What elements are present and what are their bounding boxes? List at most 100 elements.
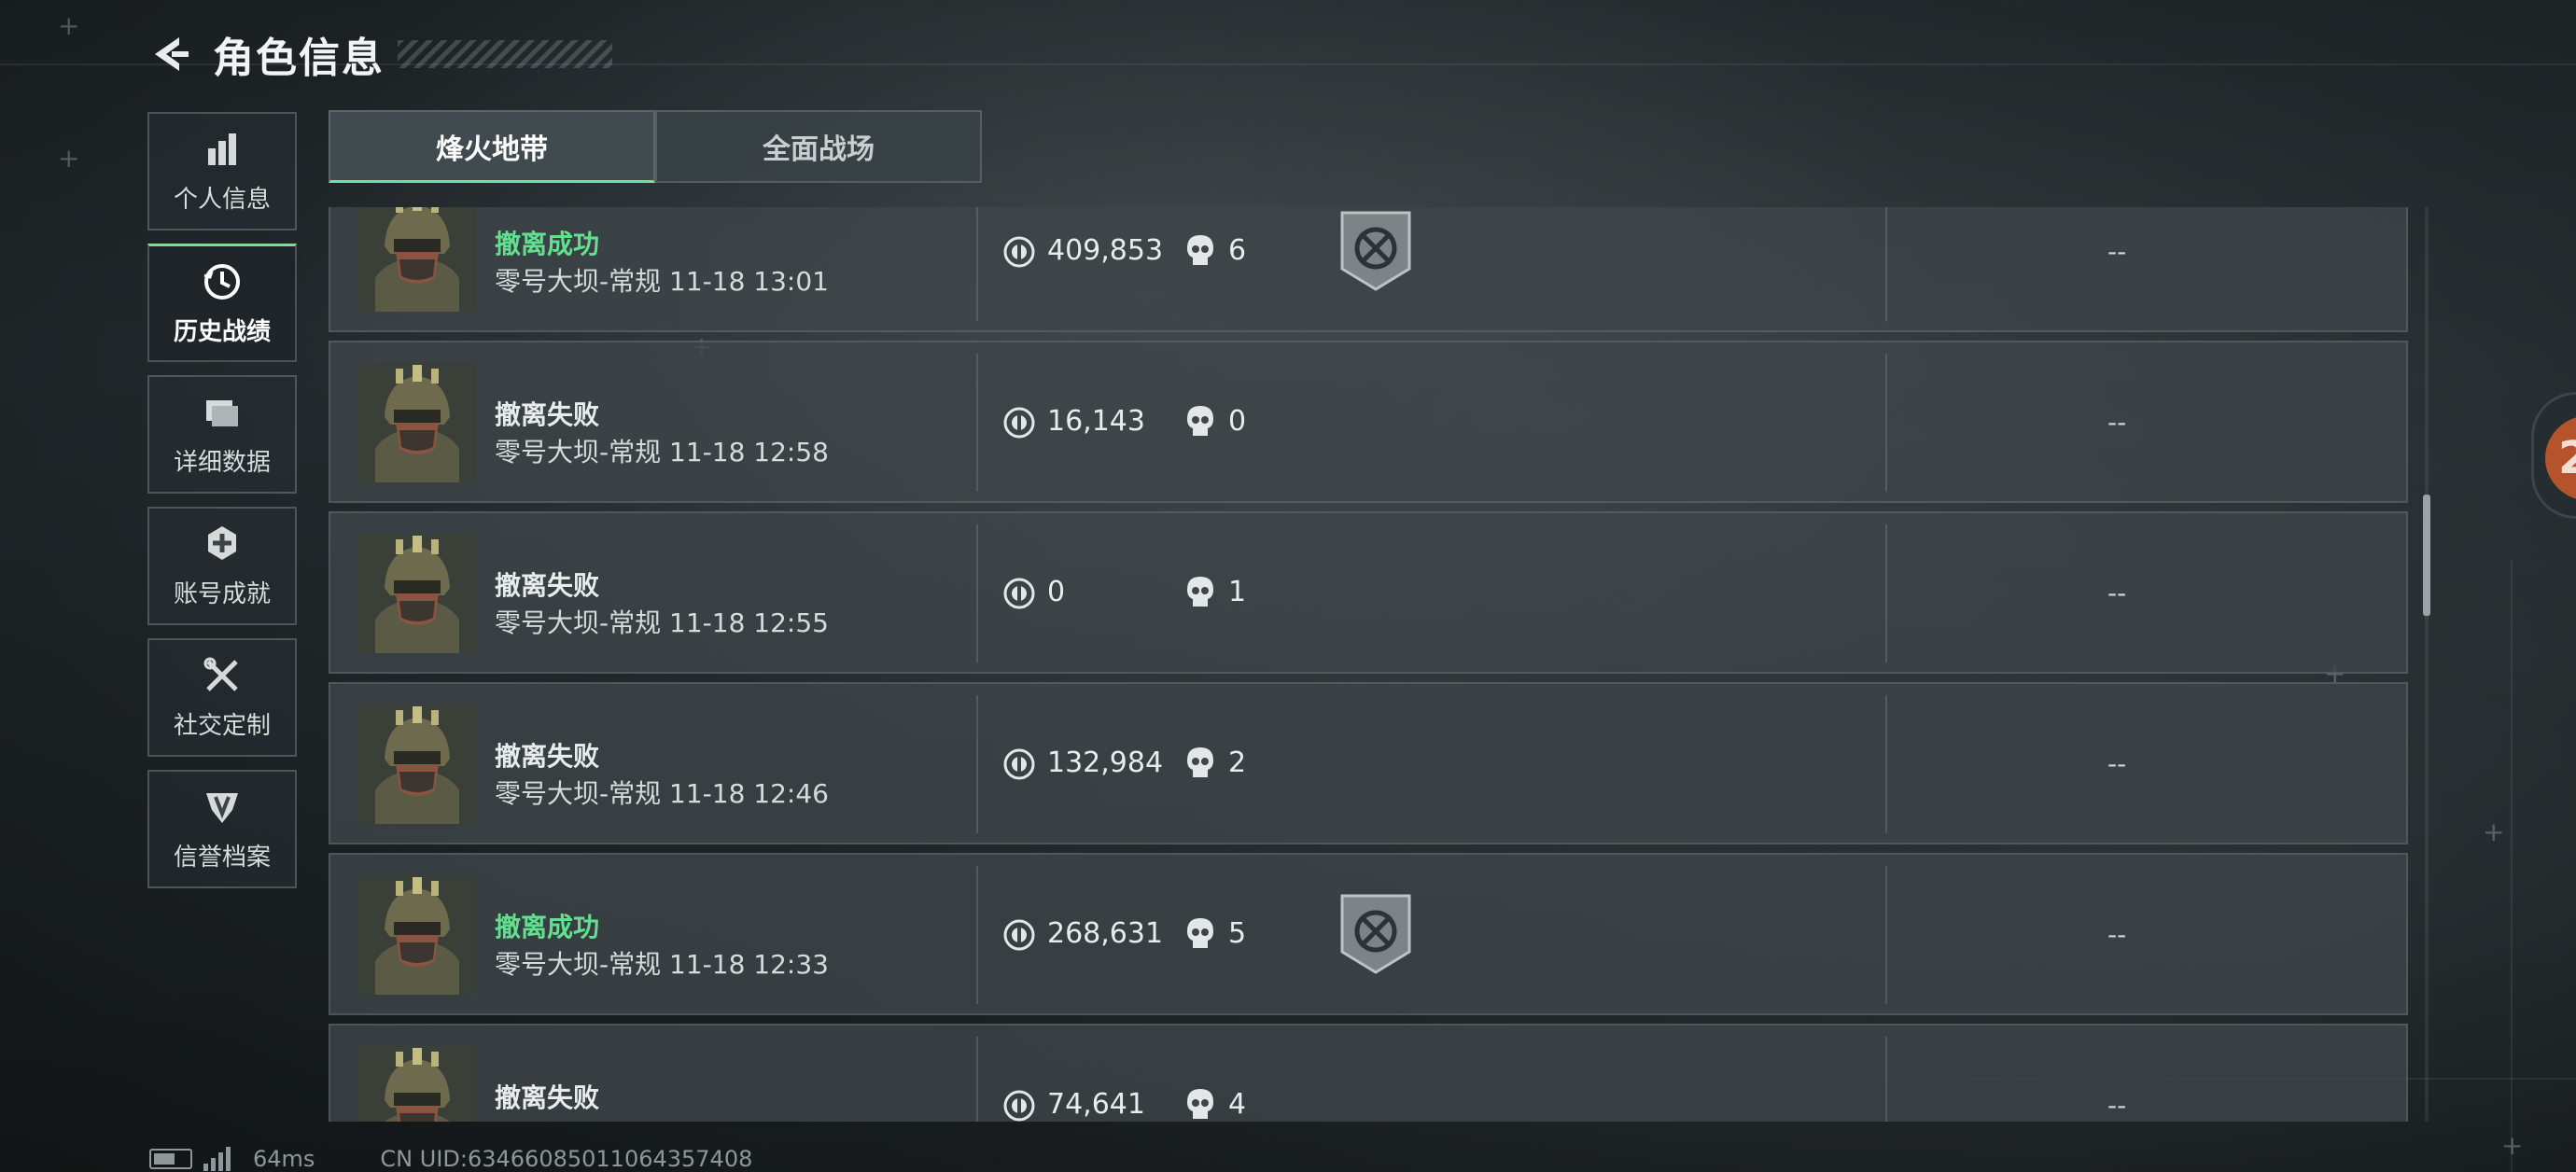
sidebar-item-achievements[interactable]: 账号成就 xyxy=(147,507,297,625)
operator-avatar xyxy=(358,534,476,653)
match-meta: 零号大坝-常规 11-18 12:58 xyxy=(495,432,829,469)
skull-icon xyxy=(1187,235,1213,265)
coin-icon xyxy=(1003,236,1035,268)
match-time: 11-18 12:22 xyxy=(669,1120,829,1122)
sidebar-item-label: 账号成就 xyxy=(173,580,271,608)
bar-chart-icon xyxy=(208,133,236,165)
match-time: 11-18 12:55 xyxy=(669,607,829,638)
match-row[interactable]: 撤离失败 零号大坝-常规 11-18 12:55 0 1 -- xyxy=(329,511,2408,674)
sidebar-item-social-custom[interactable]: 社交定制 xyxy=(147,638,297,757)
column-divider xyxy=(976,695,978,833)
kill-count: 4 xyxy=(1228,1088,1247,1121)
sidebar-item-personal-info[interactable]: 个人信息 xyxy=(147,112,297,230)
operator-avatar xyxy=(358,207,476,312)
asset-value: 0 xyxy=(1047,576,1066,608)
sidebar-item-reputation[interactable]: 信誉档案 xyxy=(147,770,297,888)
kill-count: 5 xyxy=(1228,917,1247,950)
sidebar-item-label: 历史战绩 xyxy=(173,317,271,346)
sidebar-item-label: 个人信息 xyxy=(173,186,271,214)
skull-icon xyxy=(1187,918,1213,948)
crosshair-decor-icon: + xyxy=(58,10,80,41)
extra-stat: -- xyxy=(2107,919,2127,950)
column-divider xyxy=(976,524,978,663)
asset-value: 132,984 xyxy=(1047,746,1164,779)
kill-count: 1 xyxy=(1228,576,1247,608)
column-divider xyxy=(1885,695,1887,833)
shield-emblem-icon xyxy=(206,793,238,823)
match-result: 撤离失败 xyxy=(495,1082,600,1113)
title-decor-stripes xyxy=(398,40,612,68)
page-header: 角色信息 xyxy=(147,26,612,82)
decor-line xyxy=(2511,560,2513,1172)
asset-value: 268,631 xyxy=(1047,917,1164,950)
match-row[interactable]: 撤离成功 零号大坝-常规 11-18 12:33 268,631 5 -- xyxy=(329,853,2408,1015)
scrollbar-track[interactable] xyxy=(2425,207,2429,1122)
match-row[interactable]: 撤离失败 零号大坝-常规 11-18 12:46 132,984 2 -- xyxy=(329,682,2408,844)
extra-stat: -- xyxy=(2107,578,2127,608)
column-divider xyxy=(976,1037,978,1122)
column-divider xyxy=(1885,1037,1887,1122)
edge-badge-number: 2 xyxy=(2545,415,2576,501)
extra-stat: -- xyxy=(2107,1090,2127,1121)
column-divider xyxy=(976,207,978,321)
asset-value: 409,853 xyxy=(1047,234,1164,267)
match-meta: 零号大坝-常规 11-18 12:55 xyxy=(495,603,829,640)
match-meta: 零号大坝-常规 11-18 12:33 xyxy=(495,944,829,982)
match-time: 11-18 12:33 xyxy=(669,949,829,980)
map-name: 零号大坝-常规 xyxy=(495,949,662,980)
match-meta: 零号大坝-常规 11-18 13:01 xyxy=(495,261,829,299)
mode-tabs: 烽火地带 全面战场 xyxy=(329,110,982,183)
match-result: 撤离成功 xyxy=(495,229,600,259)
extraction-badge-icon xyxy=(1340,894,1411,974)
match-time: 11-18 13:01 xyxy=(669,266,829,297)
coin-icon xyxy=(1003,578,1035,609)
column-divider xyxy=(1885,866,1887,1004)
match-result: 撤离失败 xyxy=(495,399,600,430)
extra-stat: -- xyxy=(2107,748,2127,779)
crosshair-decor-icon: + xyxy=(2501,1130,2524,1161)
tab-hazard-zone[interactable]: 烽火地带 xyxy=(329,110,655,183)
column-divider xyxy=(1885,524,1887,663)
ping-text: 64ms xyxy=(253,1146,315,1172)
operator-avatar xyxy=(358,1046,476,1122)
extra-stat: -- xyxy=(2107,236,2127,267)
map-name: 零号大坝-常规 xyxy=(495,607,662,638)
match-list[interactable]: 撤离成功 零号大坝-常规 11-18 13:01 409,853 6 -- 撤离… xyxy=(329,207,2417,1122)
map-name: 零号大坝-常规 xyxy=(495,778,662,809)
edge-floating-button[interactable]: 2 xyxy=(2531,392,2576,519)
match-row[interactable]: 撤离失败 零号大坝-常规 11-18 12:22 74,641 4 -- xyxy=(329,1024,2408,1122)
sidebar-item-match-history[interactable]: 历史战绩 xyxy=(147,244,297,362)
asset-value: 16,143 xyxy=(1047,405,1145,438)
extra-stat: -- xyxy=(2107,407,2127,438)
coin-icon xyxy=(1003,407,1035,439)
back-arrow-icon[interactable] xyxy=(147,32,192,77)
crosshair-decor-icon: + xyxy=(58,143,80,174)
match-row[interactable]: 撤离失败 零号大坝-常规 11-18 12:58 16,143 0 -- xyxy=(329,341,2408,503)
asset-value: 74,641 xyxy=(1047,1088,1145,1121)
tab-full-battlefield[interactable]: 全面战场 xyxy=(655,110,982,183)
battery-icon xyxy=(149,1149,192,1169)
extraction-badge-icon xyxy=(1340,211,1411,291)
match-meta: 零号大坝-常规 11-18 12:22 xyxy=(495,1115,829,1122)
history-clock-icon xyxy=(203,263,240,300)
map-name: 零号大坝-常规 xyxy=(495,1120,661,1122)
signal-icon xyxy=(203,1147,231,1171)
match-time: 11-18 12:58 xyxy=(669,437,829,467)
coin-icon xyxy=(1003,919,1035,951)
map-name: 零号大坝-常规 xyxy=(495,437,662,467)
match-row[interactable]: 撤离成功 零号大坝-常规 11-18 13:01 409,853 6 -- xyxy=(329,207,2408,332)
match-meta: 零号大坝-常规 11-18 12:46 xyxy=(495,774,829,811)
operator-avatar xyxy=(358,875,476,995)
skull-icon xyxy=(1187,747,1213,777)
operator-avatar xyxy=(358,705,476,824)
page-title: 角色信息 xyxy=(213,35,385,82)
uid-text: CN UID:6346608501106435740​8 xyxy=(380,1146,753,1172)
column-divider xyxy=(976,866,978,1004)
map-name: 零号大坝-常规 xyxy=(495,266,662,297)
wrench-screwdriver-icon xyxy=(203,657,238,691)
kill-count: 2 xyxy=(1228,746,1247,779)
match-result: 撤离失败 xyxy=(495,741,600,772)
scrollbar-thumb[interactable] xyxy=(2423,495,2430,616)
column-divider xyxy=(1885,207,1887,321)
sidebar-item-detailed-data[interactable]: 详细数据 xyxy=(147,375,297,494)
